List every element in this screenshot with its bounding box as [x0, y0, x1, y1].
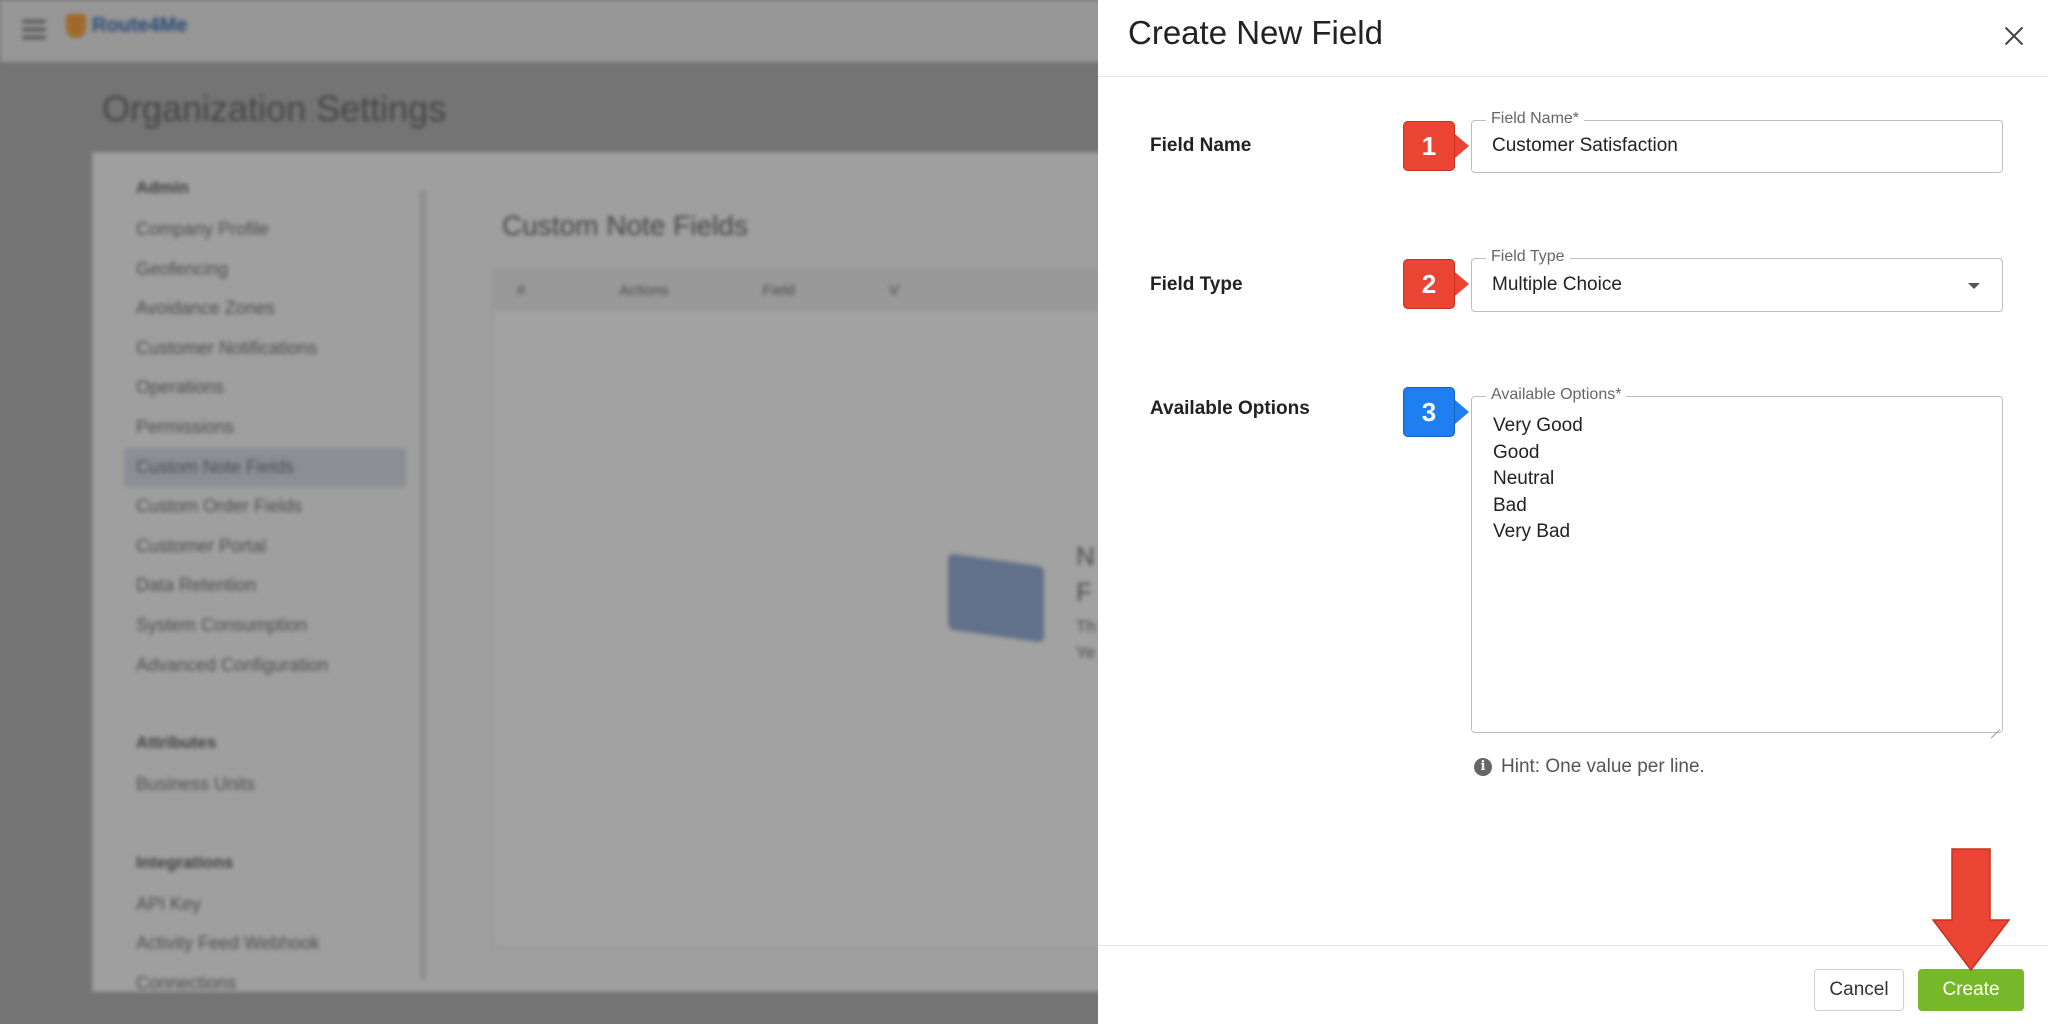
- modal-backdrop[interactable]: [0, 0, 1100, 1024]
- options-hint: i Hint: One value per line.: [1474, 756, 1705, 778]
- options-list: Very Good Good Neutral Bad Very Bad: [1493, 413, 1583, 546]
- create-button[interactable]: Create: [1918, 969, 2024, 1011]
- close-icon[interactable]: [1998, 20, 2030, 52]
- option-line: Very Bad: [1493, 521, 1571, 543]
- field-name-legend: Field Name*: [1486, 110, 1585, 128]
- panel-header: Create New Field: [1098, 0, 2048, 77]
- step-2-badge: 2: [1403, 259, 1469, 309]
- option-line: Neutral: [1493, 468, 1555, 490]
- down-arrow-icon: [1932, 848, 2010, 972]
- available-options-textarea[interactable]: Available Options* Very Good Good Neutra…: [1471, 386, 2003, 733]
- field-name-value: Customer Satisfaction: [1492, 135, 1678, 156]
- option-line: Very Good: [1493, 415, 1583, 436]
- field-name-label: Field Name: [1150, 135, 1252, 156]
- field-type-legend: Field Type: [1486, 248, 1570, 266]
- option-line: Bad: [1493, 494, 1527, 516]
- panel-footer: Cancel Create: [1098, 945, 2048, 1024]
- field-name-input[interactable]: Field Name* Customer Satisfaction: [1471, 110, 2003, 173]
- chevron-down-icon[interactable]: [1968, 283, 1980, 289]
- step-3-badge: 3: [1403, 387, 1469, 437]
- available-options-legend: Available Options*: [1486, 386, 1627, 404]
- option-line: Good: [1493, 441, 1540, 463]
- info-icon: i: [1474, 758, 1492, 776]
- field-type-select[interactable]: Field Type Multiple Choice: [1471, 248, 2003, 312]
- create-field-panel: Create New Field Field Name 1 Field Name…: [1098, 0, 2048, 1024]
- cancel-button[interactable]: Cancel: [1814, 969, 1904, 1011]
- hint-text: Hint: One value per line.: [1501, 756, 1705, 777]
- step-1-badge: 1: [1403, 121, 1469, 171]
- resize-handle[interactable]: [1990, 720, 2000, 730]
- field-type-label: Field Type: [1150, 274, 1243, 295]
- panel-title: Create New Field: [1128, 14, 1383, 51]
- field-type-value: Multiple Choice: [1492, 274, 1622, 295]
- available-options-label: Available Options: [1150, 398, 1310, 419]
